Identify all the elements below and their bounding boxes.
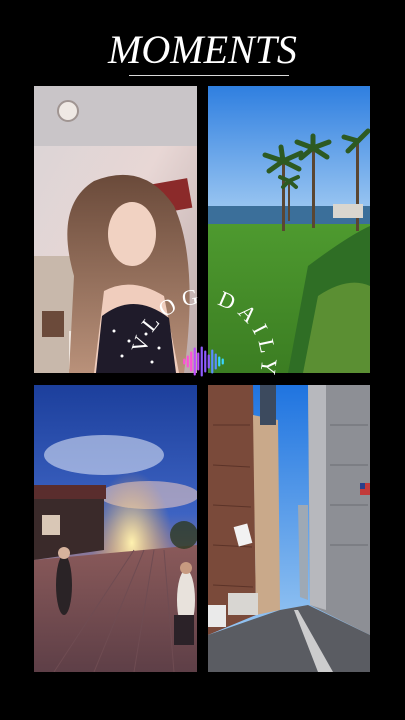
badge-svg: VLOG DAILY xyxy=(126,283,282,382)
waveform-bar xyxy=(190,351,193,372)
page-title: MOMENTS xyxy=(108,27,297,72)
waveform-bar xyxy=(200,346,203,377)
waveform-bar xyxy=(211,349,214,374)
waveform-bar xyxy=(221,358,224,365)
waveform-bar xyxy=(218,356,221,367)
waveform-bar xyxy=(204,350,207,373)
waveform-icon xyxy=(183,346,224,377)
waveform-bar xyxy=(193,347,196,376)
waveform-bar xyxy=(207,354,210,369)
waveform-bar xyxy=(186,355,189,368)
waveform-bar xyxy=(197,352,200,371)
story-canvas: MOMENTS VLOG DAILY xyxy=(0,0,405,720)
badge-text-path: VLOG DAILY xyxy=(126,283,276,382)
title-underline xyxy=(129,75,289,76)
waveform-bar xyxy=(183,358,186,365)
waveform-bar xyxy=(214,353,217,370)
vlog-daily-badge: VLOG DAILY xyxy=(121,279,286,444)
badge-text: VLOG DAILY xyxy=(126,283,282,382)
